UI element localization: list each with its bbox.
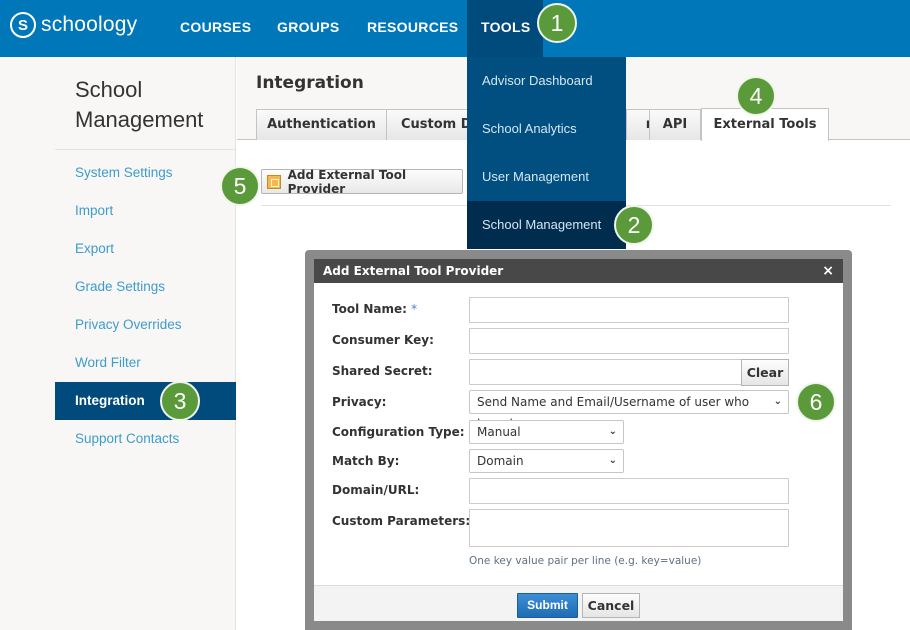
- tool-name-input[interactable]: [469, 297, 789, 323]
- callout-2: 2: [614, 205, 654, 245]
- chevron-down-icon: ⌄: [773, 396, 782, 407]
- page-title: Integration: [256, 73, 364, 93]
- sidebar-divider: [55, 149, 236, 150]
- custom-parameters-label: Custom Parameters:: [332, 514, 471, 528]
- add-external-tool-provider-button[interactable]: Add External Tool Provider: [261, 167, 463, 196]
- submit-button[interactable]: Submit: [517, 593, 578, 618]
- schoology-logo-icon: S: [10, 12, 36, 38]
- menu-item-school-analytics[interactable]: School Analytics: [467, 105, 626, 153]
- sidebar-item-word-filter[interactable]: Word Filter: [55, 344, 236, 382]
- sidebar-item-grade-settings[interactable]: Grade Settings: [55, 268, 236, 306]
- match-by-label: Match By:: [332, 454, 400, 468]
- configuration-type-label: Configuration Type:: [332, 425, 465, 439]
- sidebar: School Management System Settings Import…: [0, 57, 236, 630]
- menu-item-user-management[interactable]: User Management: [467, 153, 626, 201]
- clear-button[interactable]: Clear: [741, 359, 789, 386]
- modal-title: Add External Tool Provider: [323, 264, 504, 278]
- tab-custom-domain[interactable]: Custom D: [386, 109, 476, 140]
- sidebar-item-privacy-overrides[interactable]: Privacy Overrides: [55, 306, 236, 344]
- sidebar-item-integration[interactable]: Integration: [55, 382, 236, 420]
- nav-tools[interactable]: TOOLS: [467, 0, 543, 57]
- tab-api[interactable]: API: [649, 109, 701, 140]
- tool-name-label-text: Tool Name:: [332, 302, 407, 316]
- callout-4: 4: [736, 76, 776, 116]
- tool-name-label: Tool Name: *: [332, 302, 417, 316]
- callout-5: 5: [220, 166, 260, 206]
- chevron-down-icon: ⌄: [608, 426, 617, 437]
- close-icon[interactable]: ×: [822, 259, 834, 283]
- match-by-selected-value: Domain: [477, 454, 524, 468]
- schoology-logo[interactable]: S schoology: [10, 12, 137, 38]
- consumer-key-label: Consumer Key:: [332, 333, 434, 347]
- configuration-type-select[interactable]: Manual ⌄: [469, 420, 624, 444]
- privacy-label: Privacy:: [332, 395, 387, 409]
- callout-1: 1: [537, 3, 577, 43]
- modal-header: Add External Tool Provider ×: [314, 259, 843, 283]
- top-nav: S schoology COURSES GROUPS RESOURCES TOO…: [0, 0, 910, 57]
- match-by-select[interactable]: Domain ⌄: [469, 449, 624, 473]
- chevron-down-icon: ⌄: [608, 455, 617, 466]
- callout-3: 3: [160, 381, 200, 421]
- shared-secret-input[interactable]: [469, 359, 742, 385]
- custom-parameters-help: One key value pair per line (e.g. key=va…: [469, 555, 702, 567]
- callout-6: 6: [796, 382, 836, 422]
- tools-dropdown-menu: Advisor Dashboard School Analytics User …: [467, 57, 626, 249]
- add-button-label: Add External Tool Provider: [287, 167, 407, 196]
- nav-resources[interactable]: RESOURCES: [367, 0, 458, 57]
- sidebar-title-line2: Management: [75, 107, 204, 132]
- menu-item-advisor-dashboard[interactable]: Advisor Dashboard: [467, 57, 626, 105]
- modal-footer: Submit Cancel: [314, 585, 843, 621]
- brand-name: schoology: [41, 13, 138, 36]
- sidebar-item-system-settings[interactable]: System Settings: [55, 154, 236, 192]
- privacy-select[interactable]: Send Name and Email/Username of user who…: [469, 390, 789, 431]
- tab-authentication[interactable]: Authentication: [256, 109, 387, 140]
- configuration-type-selected-value: Manual: [477, 425, 521, 439]
- consumer-key-input[interactable]: [469, 328, 789, 354]
- nav-courses[interactable]: COURSES: [180, 0, 251, 57]
- sidebar-title-line1: School: [75, 77, 143, 102]
- menu-item-school-management[interactable]: School Management: [467, 201, 626, 249]
- custom-parameters-textarea[interactable]: [469, 509, 789, 547]
- nav-groups[interactable]: GROUPS: [277, 0, 339, 57]
- domain-url-input[interactable]: [469, 478, 789, 504]
- domain-url-label: Domain/URL:: [332, 483, 420, 497]
- add-external-tool-provider-dialog: Add External Tool Provider × Tool Name: …: [314, 259, 843, 621]
- required-marker: *: [411, 302, 418, 316]
- sidebar-item-support-contacts[interactable]: Support Contacts: [55, 420, 236, 458]
- sidebar-item-export[interactable]: Export: [55, 230, 236, 268]
- cancel-button[interactable]: Cancel: [582, 593, 640, 618]
- sidebar-item-import[interactable]: Import: [55, 192, 236, 230]
- external-tool-icon: [267, 174, 281, 189]
- shared-secret-label: Shared Secret:: [332, 364, 433, 378]
- sidebar-title: School Management: [75, 75, 203, 135]
